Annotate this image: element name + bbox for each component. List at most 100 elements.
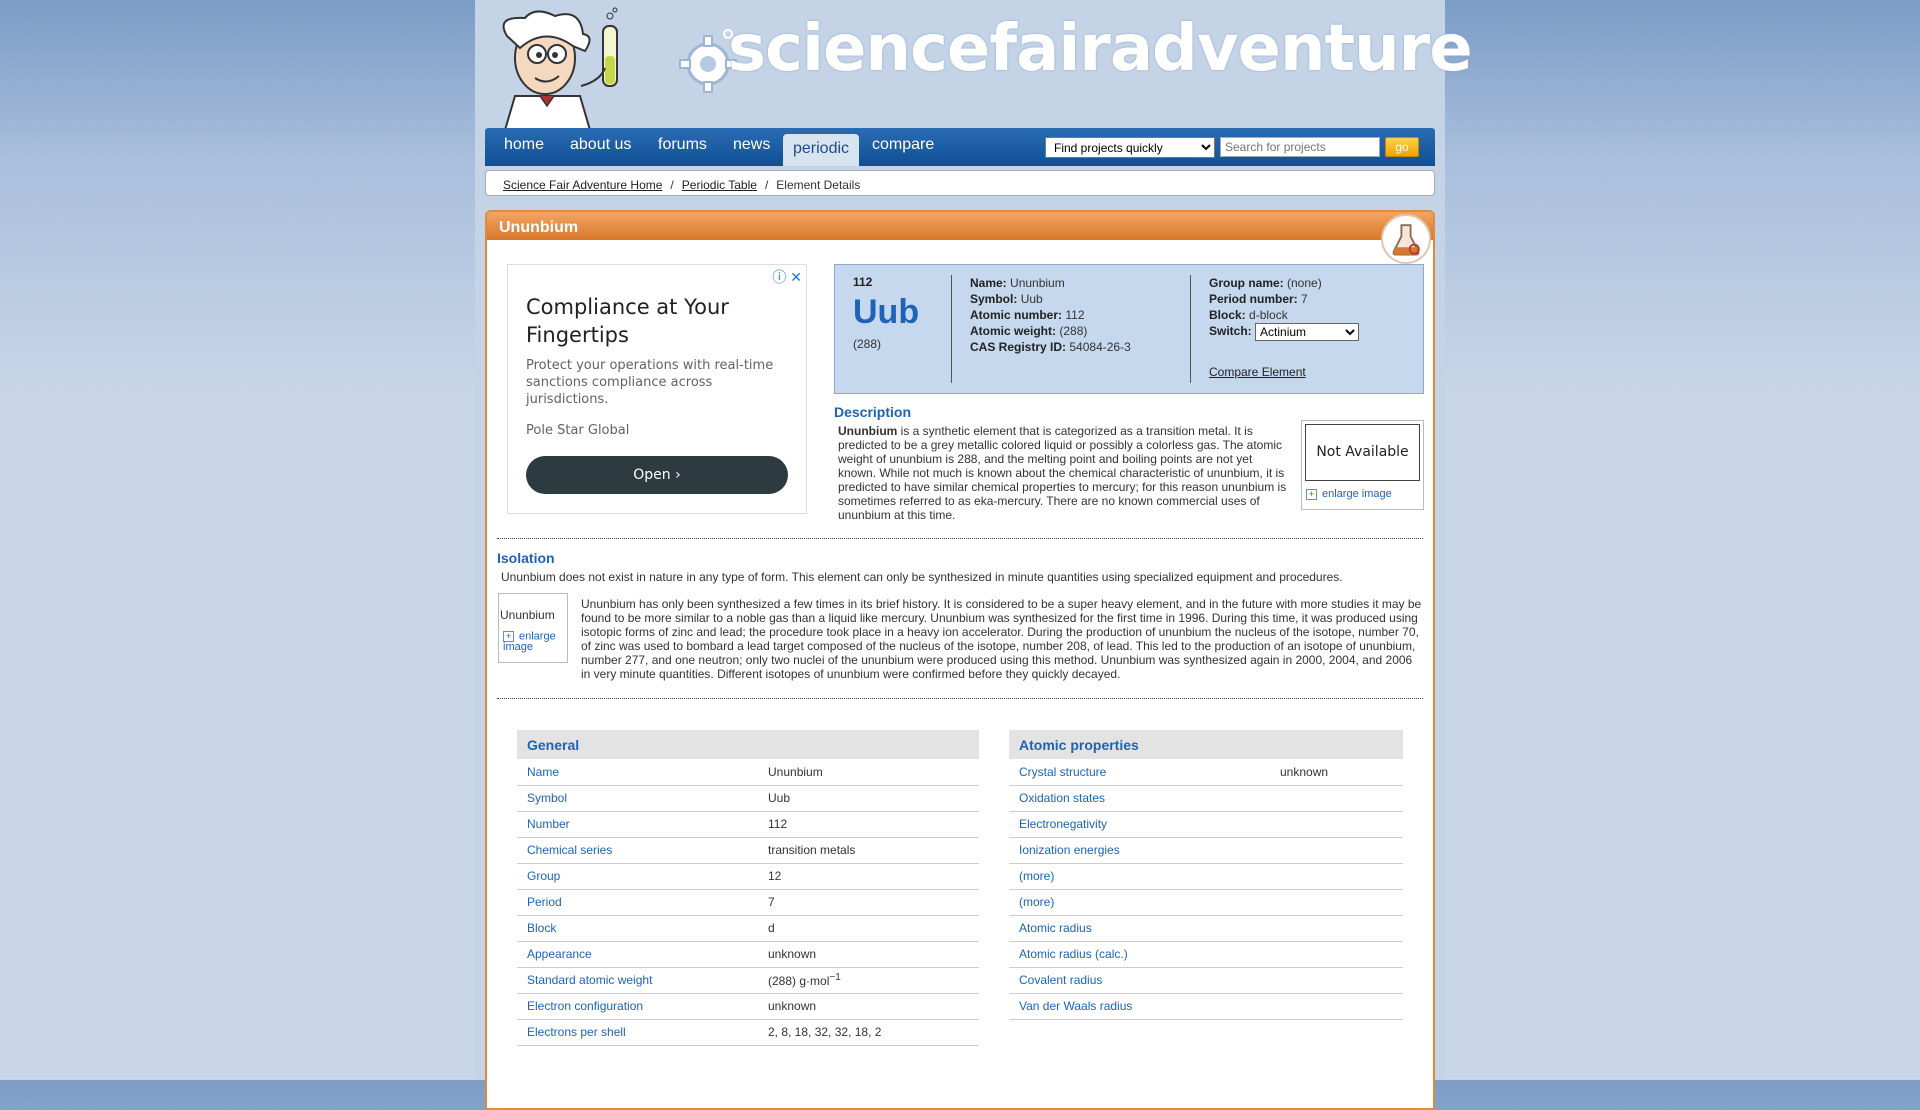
property-value-text: Ununbium	[768, 764, 823, 779]
table-row: Block d	[517, 915, 979, 942]
breadcrumb: Science Fair Adventure Home / Periodic Tab…	[485, 170, 1435, 196]
detail-cas: CAS Registry ID: 54084-26-3	[970, 340, 1131, 354]
property-name[interactable]: Number	[517, 811, 758, 838]
element-details-col-1: Name: Ununbium Symbol: Uub Atomic number…	[970, 275, 1131, 355]
property-value	[1270, 811, 1403, 838]
property-value: 112	[758, 811, 979, 838]
divider	[497, 698, 1423, 699]
property-name[interactable]: (more)	[1009, 863, 1270, 890]
table-row: (more)	[1009, 889, 1403, 916]
property-value	[1270, 863, 1403, 890]
property-name[interactable]: (more)	[1009, 889, 1270, 916]
table-row: Ionization energies	[1009, 837, 1403, 864]
property-name[interactable]: Atomic radius	[1009, 915, 1270, 942]
nav-news[interactable]: news	[733, 136, 770, 154]
table-row: Oxidation states	[1009, 785, 1403, 812]
isolation-enlarge-link[interactable]: + enlarge image	[503, 631, 563, 653]
enlarge-image-link[interactable]: + enlarge image	[1306, 488, 1392, 500]
page-title: Ununbium	[487, 212, 1433, 240]
detail-atomic-number: Atomic number: 112	[970, 308, 1085, 322]
scientist-mascot-icon	[502, 7, 618, 130]
property-value-text: Uub	[768, 791, 791, 805]
breadcrumb-periodic-link[interactable]: Periodic Table	[682, 178, 757, 192]
property-name[interactable]: Crystal structure	[1009, 759, 1270, 786]
property-name[interactable]: Standard atomic weight	[517, 967, 758, 994]
property-name[interactable]: Atomic radius (calc.)	[1009, 941, 1270, 968]
table-row: Electrons per shell 2, 8, 18, 32, 32, 18,…	[517, 1019, 979, 1046]
ad-close-icon[interactable]: ✕	[790, 269, 802, 285]
property-name[interactable]: Name	[517, 759, 758, 786]
table-row: Standard atomic weight (288) g·mol−1	[517, 967, 979, 994]
property-name[interactable]: Covalent radius	[1009, 967, 1270, 994]
description-body: is a synthetic element that is categoriz…	[838, 424, 1287, 522]
page-column: sciencefairadventure home about us forum…	[475, 0, 1473, 1110]
property-value: unknown	[758, 941, 979, 968]
plus-icon: +	[1306, 488, 1317, 500]
property-value: 7	[758, 889, 979, 916]
nav-periodic[interactable]: periodic	[783, 134, 860, 166]
table-row: Covalent radius	[1009, 967, 1403, 994]
property-value: (288) g·mol−1	[758, 967, 979, 994]
plus-icon: +	[503, 631, 514, 642]
property-value-text: unknown	[1280, 764, 1329, 779]
breadcrumb-separator: /	[670, 178, 674, 192]
isolation-thumbnail[interactable]: Ununbium + enlarge image	[498, 593, 568, 663]
ad-title[interactable]: Compliance at Your Fingertips	[526, 293, 776, 349]
table-row: Atomic radius	[1009, 915, 1403, 942]
ad-body: Protect your operations with real-time s…	[526, 358, 774, 407]
site-logo[interactable]: sciencefairadventure	[676, 12, 1473, 98]
property-value-text: transition metals	[768, 843, 856, 857]
property-name[interactable]: Symbol	[517, 785, 758, 812]
table-row: Electronegativity	[1009, 811, 1403, 838]
element-number: 112	[853, 275, 873, 289]
description-lead: Ununbium	[838, 424, 898, 438]
table-row: Number 112	[517, 811, 979, 838]
property-name[interactable]: Electron configuration	[517, 993, 758, 1020]
chevron-right-icon: ›	[675, 467, 681, 483]
property-name[interactable]: Van der Waals radius	[1009, 993, 1270, 1020]
element-image-box: Not Available + enlarge image	[1301, 420, 1424, 510]
property-value-text: (288) g·mol	[768, 974, 830, 988]
nav-home[interactable]: home	[504, 136, 544, 154]
property-value	[1270, 837, 1403, 864]
compare-element-link[interactable]: Compare Element	[1209, 365, 1306, 379]
find-projects-select[interactable]: Find projects quickly	[1045, 137, 1215, 158]
property-value: unknown	[1270, 759, 1403, 786]
property-name[interactable]: Oxidation states	[1009, 785, 1270, 812]
ad-open-button[interactable]: Open ›	[526, 456, 788, 494]
property-name[interactable]: Electrons per shell	[517, 1019, 758, 1046]
property-name[interactable]: Ionization energies	[1009, 837, 1270, 864]
ad-controls: ⓘ ✕	[772, 267, 802, 287]
switch-element-select[interactable]: Actinium	[1255, 323, 1360, 341]
property-name[interactable]: Chemical series	[517, 837, 758, 864]
divider	[951, 275, 952, 383]
property-name[interactable]: Block	[517, 915, 758, 942]
image-not-available[interactable]: Not Available	[1305, 424, 1420, 481]
isolation-text: Ununbium has only been synthesized a few…	[581, 597, 1422, 681]
property-name[interactable]: Appearance	[517, 941, 758, 968]
property-value	[1270, 967, 1403, 994]
property-value: Ununbium	[758, 759, 979, 786]
go-button[interactable]: go	[1385, 137, 1419, 157]
property-value-text: 2, 8, 18, 32, 32, 18, 2	[768, 1025, 882, 1039]
isolation-thumb-alt: Ununbium	[500, 608, 555, 622]
table-row: Electron configuration unknown	[517, 993, 979, 1020]
breadcrumb-home-link[interactable]: Science Fair Adventure Home	[503, 178, 662, 192]
nav-forums[interactable]: forums	[658, 136, 707, 154]
property-value	[1270, 941, 1403, 968]
ad-info-icon[interactable]: ⓘ	[772, 269, 786, 285]
nav-about-us[interactable]: about us	[570, 136, 631, 154]
detail-period: Period number: 7	[1209, 292, 1308, 306]
nav-compare[interactable]: compare	[872, 136, 934, 154]
property-name[interactable]: Electronegativity	[1009, 811, 1270, 838]
table-row: Appearance unknown	[517, 941, 979, 968]
property-value	[1270, 993, 1403, 1020]
description-heading: Description	[834, 404, 912, 420]
detail-symbol: Symbol: Uub	[970, 292, 1043, 306]
property-value: Uub	[758, 785, 979, 812]
flask-icon	[1381, 214, 1431, 264]
advertisement[interactable]: ⓘ ✕ Compliance at Your Fingertips Protec…	[507, 264, 807, 514]
property-name[interactable]: Period	[517, 889, 758, 916]
property-name[interactable]: Group	[517, 863, 758, 890]
search-input[interactable]	[1220, 137, 1380, 157]
